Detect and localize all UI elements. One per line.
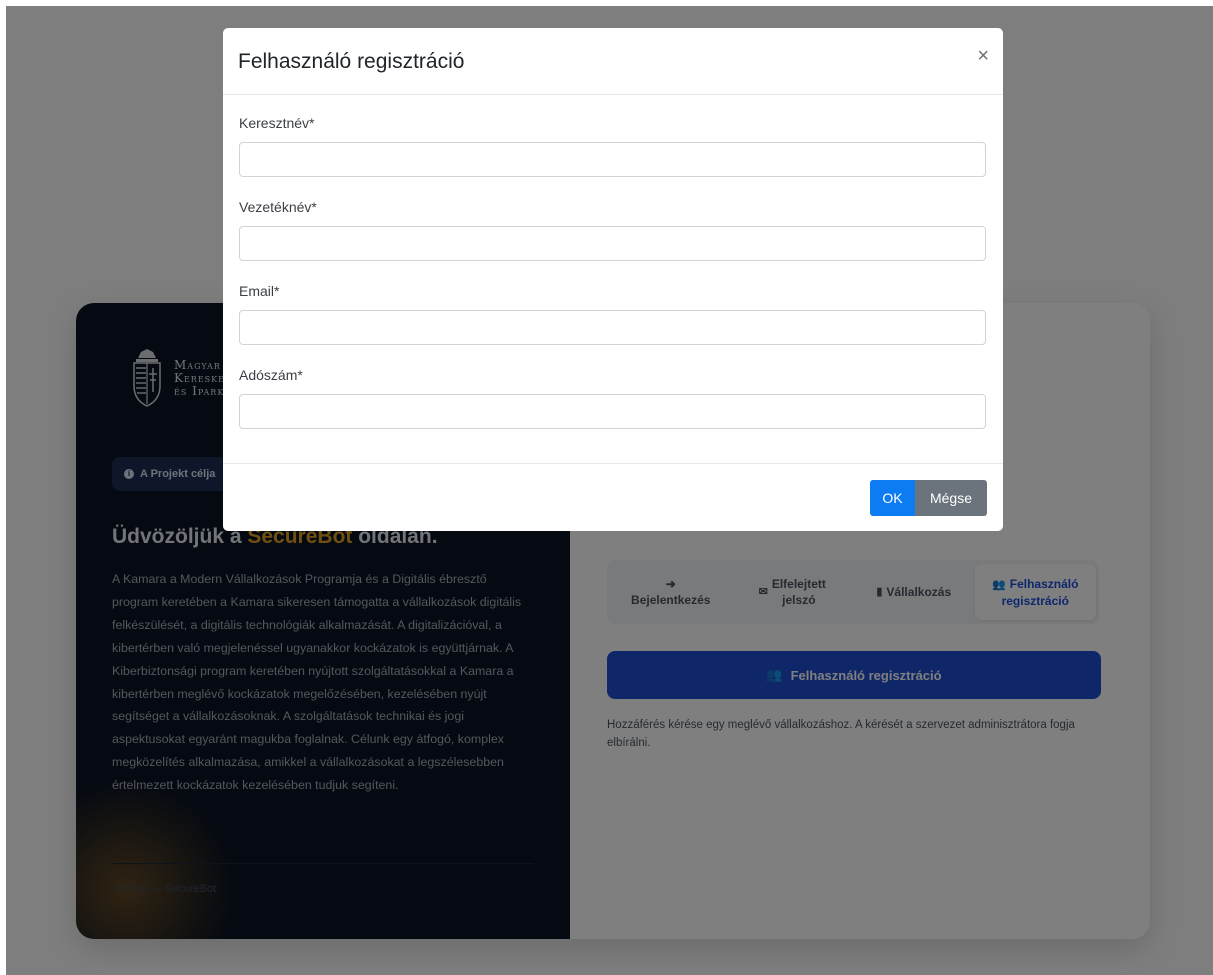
tax-number-input[interactable] [239,394,986,429]
registration-modal: Felhasználó regisztráció × Keresztnév* V… [223,28,1003,531]
cancel-button[interactable]: Mégse [915,480,987,516]
last-name-input[interactable] [239,226,986,261]
modal-title: Felhasználó regisztráció [238,50,465,73]
email-input[interactable] [239,310,986,345]
last-name-label: Vezetéknév* [239,199,317,215]
first-name-input[interactable] [239,142,986,177]
ok-button[interactable]: OK [870,480,915,516]
email-label: Email* [239,283,280,299]
close-icon[interactable]: × [977,44,989,68]
modal-header: Felhasználó regisztráció × [223,28,1003,95]
tax-number-label: Adószám* [239,367,303,383]
first-name-label: Keresztnév* [239,115,315,131]
modal-body: Keresztnév* Vezetéknév* Email* Adószám* [223,95,1003,464]
